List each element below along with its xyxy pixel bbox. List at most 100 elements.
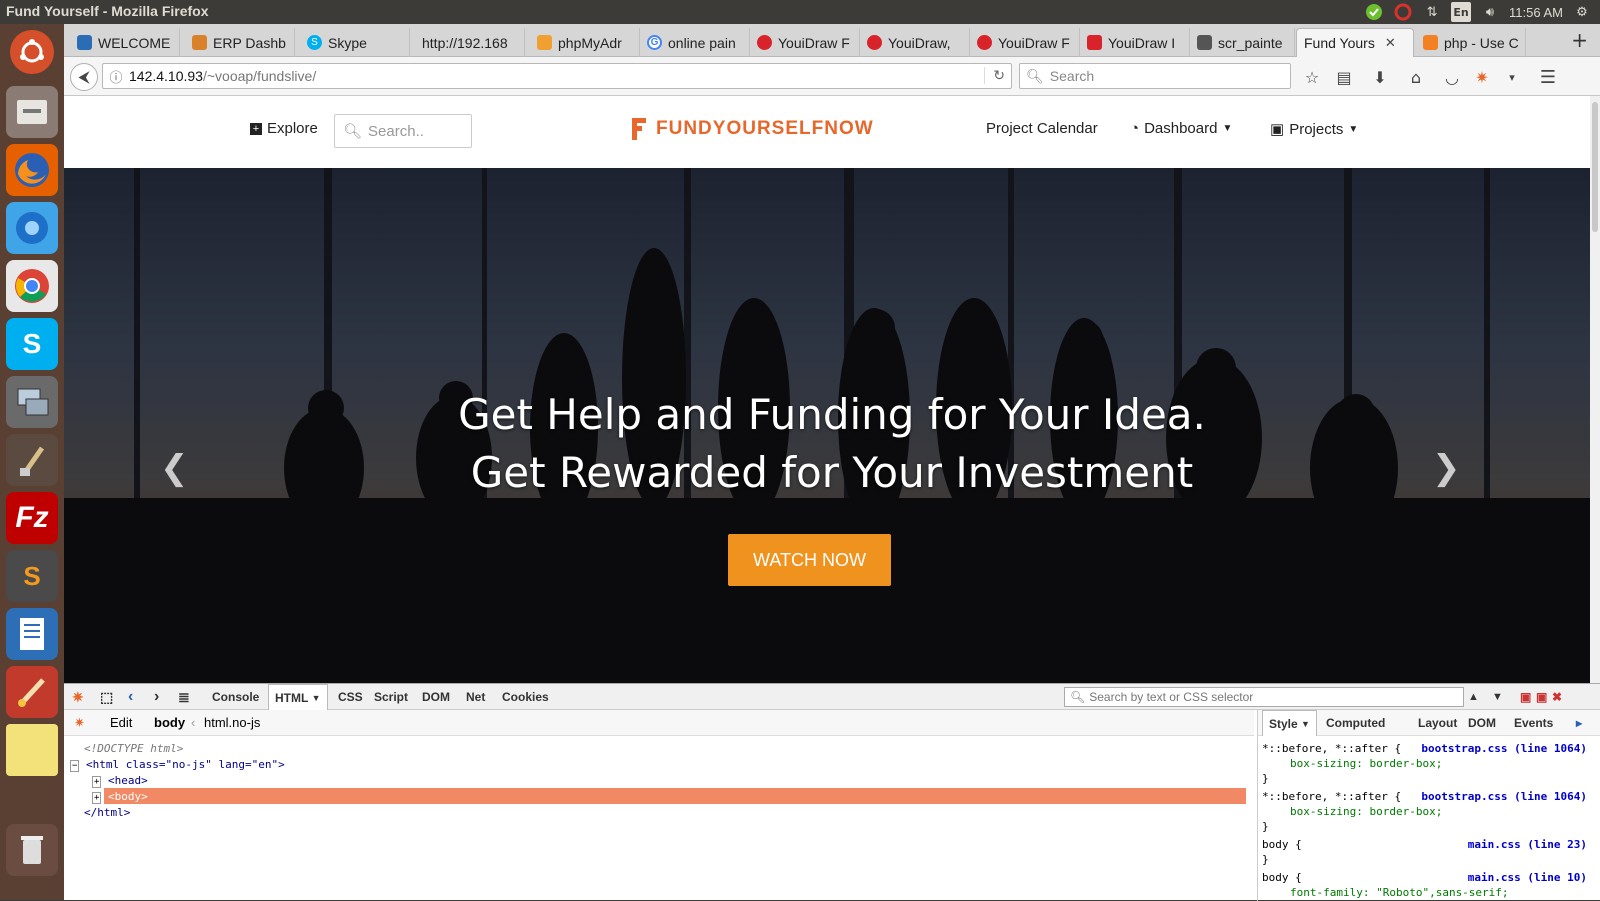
tab-youidraw-3[interactable]: YouiDraw F: [970, 28, 1080, 57]
css-property[interactable]: font-family: "Roboto",sans-serif;: [1290, 886, 1600, 899]
bookmark-star-icon[interactable]: ☆: [1300, 65, 1324, 89]
breadcrumb-body[interactable]: body: [154, 715, 185, 730]
volume-icon[interactable]: 🔊︎: [1480, 2, 1500, 22]
update-icon[interactable]: [1364, 2, 1384, 22]
page-scrollbar[interactable]: [1590, 96, 1600, 683]
paint-brush-icon[interactable]: [6, 666, 58, 718]
text-editor-brush-icon[interactable]: [6, 434, 58, 486]
tab-net[interactable]: Net: [466, 684, 485, 710]
css-source-link[interactable]: bootstrap.css (line 1064): [1421, 742, 1587, 755]
tab-css[interactable]: CSS: [338, 684, 363, 710]
side-tab-computed[interactable]: Computed: [1326, 710, 1385, 736]
side-tab-style[interactable]: Style ▼: [1262, 710, 1317, 736]
firebug-icon[interactable]: ✷: [1470, 65, 1494, 89]
projects-dropdown[interactable]: ▣ Projects ▼: [1270, 120, 1358, 139]
collapse-icon[interactable]: −: [70, 760, 80, 772]
pocket-icon[interactable]: ◡: [1440, 65, 1464, 89]
new-tab-button[interactable]: +: [1571, 30, 1588, 50]
reload-icon[interactable]: ↻: [984, 67, 1005, 84]
watch-now-button[interactable]: WATCH NOW: [728, 534, 891, 586]
detach-panel-icon[interactable]: ▣: [1536, 684, 1547, 710]
home-icon[interactable]: ⌂: [1404, 65, 1428, 89]
trash-icon[interactable]: [6, 824, 58, 876]
css-property[interactable]: box-sizing: border-box;: [1290, 757, 1600, 770]
site-search-input[interactable]: 🔍︎ Search..: [334, 114, 472, 148]
tab-scr-painter[interactable]: scr_painte: [1190, 28, 1295, 57]
firebug-small-icon[interactable]: ✷: [74, 715, 85, 731]
breadcrumb-html[interactable]: html.no-js: [204, 715, 260, 730]
filezilla-icon[interactable]: Fz: [6, 492, 58, 544]
downloads-icon[interactable]: ⬇: [1368, 65, 1392, 89]
expand-icon[interactable]: +: [92, 792, 102, 804]
css-property[interactable]: box-sizing: border-box;: [1290, 805, 1600, 818]
skype-icon[interactable]: S: [6, 318, 58, 370]
reading-list-icon[interactable]: ▤: [1332, 65, 1356, 89]
head-node[interactable]: + <head>: [92, 774, 148, 788]
tab-phpmyadmin[interactable]: phpMyAdr: [530, 28, 640, 57]
tab-youidraw-1[interactable]: YouiDraw F: [750, 28, 860, 57]
side-tab-layout[interactable]: Layout: [1418, 710, 1457, 736]
side-panel-more-icon[interactable]: ▸: [1576, 710, 1582, 736]
keyboard-language-indicator[interactable]: En: [1451, 2, 1472, 22]
tab-ip-address[interactable]: http://192.168: [415, 28, 525, 57]
firefox-icon[interactable]: [6, 144, 58, 196]
tab-skype[interactable]: S Skype: [300, 28, 410, 57]
carousel-prev-icon[interactable]: ❮: [160, 448, 189, 488]
tab-php-stackoverflow[interactable]: php - Use C: [1416, 28, 1526, 57]
forward-arrow-icon[interactable]: ›: [154, 684, 159, 710]
ubuntu-dash-icon[interactable]: [10, 30, 54, 74]
tab-fund-yourself[interactable]: Fund Yours ✕: [1296, 28, 1414, 57]
firebug-bug-icon[interactable]: ✷: [72, 684, 84, 710]
expand-icon[interactable]: +: [92, 776, 102, 788]
explore-link[interactable]: + Explore: [250, 120, 318, 137]
side-tab-events[interactable]: Events: [1514, 710, 1553, 736]
tab-youidraw-4[interactable]: YouiDraw I: [1080, 28, 1190, 57]
chromium-icon[interactable]: [6, 202, 58, 254]
sticky-notes-icon[interactable]: [6, 724, 58, 776]
remote-desktop-icon[interactable]: [6, 376, 58, 428]
project-calendar-link[interactable]: Project Calendar: [986, 120, 1098, 137]
command-line-icon[interactable]: ≣: [178, 684, 190, 710]
sublime-text-icon[interactable]: S: [6, 550, 58, 602]
close-panel-icon[interactable]: ✖: [1552, 684, 1562, 710]
network-alert-icon[interactable]: [1393, 2, 1413, 22]
address-bar[interactable]: ⓘ 142.4.10.93/~vooap/fundslive/ ↻: [102, 63, 1012, 89]
tab-online-paint[interactable]: Gonline pain: [640, 28, 750, 57]
edit-button[interactable]: Edit: [110, 715, 132, 730]
tab-html[interactable]: HTML ▼: [268, 684, 328, 710]
inspect-element-icon[interactable]: ⬚: [100, 684, 113, 710]
css-source-link[interactable]: main.css (line 23): [1468, 838, 1587, 851]
css-source-link[interactable]: main.css (line 10): [1468, 871, 1587, 884]
firebug-dropdown-icon[interactable]: ▾: [1500, 65, 1524, 89]
tab-dom[interactable]: DOM: [422, 684, 450, 710]
minimize-panel-icon[interactable]: ▣: [1520, 684, 1531, 710]
tab-welcome[interactable]: WELCOME TO: [70, 28, 180, 57]
browser-search-input[interactable]: 🔍︎ Search: [1019, 63, 1291, 89]
body-node[interactable]: + <body>: [92, 790, 148, 804]
back-arrow-icon[interactable]: ‹: [128, 684, 133, 710]
dashboard-dropdown[interactable]: ◔ Dashboard ▼: [1130, 120, 1232, 137]
side-tab-dom[interactable]: DOM: [1468, 710, 1496, 736]
tab-erp-dashboard[interactable]: ERP Dashb: [185, 28, 295, 57]
html-node[interactable]: − <html class="no-js" lang="en">: [70, 758, 285, 772]
transfer-arrows-icon[interactable]: ⇅: [1422, 2, 1442, 22]
tab-console[interactable]: Console: [212, 684, 259, 710]
tab-cookies[interactable]: Cookies: [502, 684, 549, 710]
back-button[interactable]: ⮜: [70, 63, 98, 91]
scrollbar-thumb[interactable]: [1592, 102, 1598, 232]
search-down-icon[interactable]: ▼: [1492, 684, 1503, 710]
writer-document-icon[interactable]: [6, 608, 58, 660]
tab-script[interactable]: Script: [374, 684, 408, 710]
firebug-search-input[interactable]: 🔍︎ Search by text or CSS selector: [1064, 687, 1464, 707]
clock[interactable]: 11:56 AM: [1509, 5, 1563, 20]
close-tab-icon[interactable]: ✕: [1385, 35, 1396, 51]
chrome-icon[interactable]: [6, 260, 58, 312]
files-icon[interactable]: [6, 86, 58, 138]
gear-icon[interactable]: ⚙: [1572, 2, 1592, 22]
hamburger-menu-icon[interactable]: ☰: [1536, 65, 1560, 89]
search-up-icon[interactable]: ▲: [1468, 684, 1479, 710]
carousel-next-icon[interactable]: ❯: [1432, 448, 1461, 488]
tab-youidraw-2[interactable]: YouiDraw,: [860, 28, 970, 57]
site-info-icon[interactable]: ⓘ: [103, 67, 129, 86]
site-logo[interactable]: FUNDYOURSELFNOW: [632, 118, 874, 140]
